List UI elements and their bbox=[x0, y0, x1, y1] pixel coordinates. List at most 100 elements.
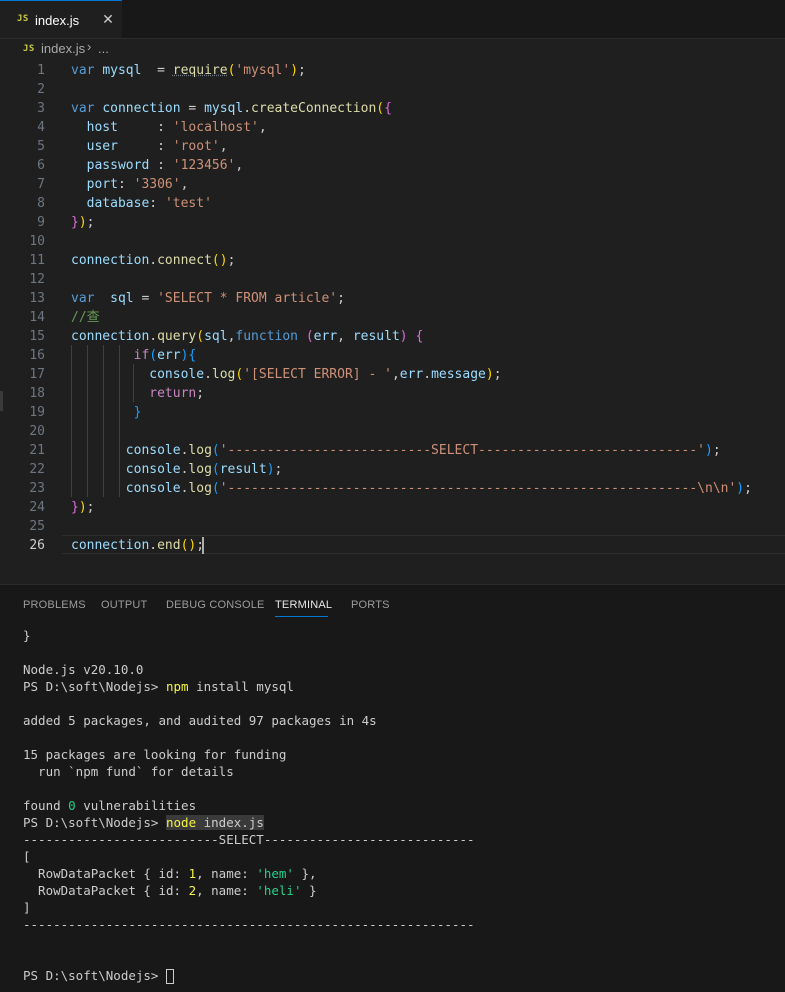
tab-ports[interactable]: PORTS bbox=[351, 599, 390, 611]
code-text: console.log('--------------------------S… bbox=[125, 443, 721, 458]
code-line[interactable]: 12 bbox=[0, 270, 785, 289]
javascript-file-icon: JS bbox=[17, 14, 29, 24]
line-number: 11 bbox=[29, 253, 45, 268]
code-text: console.log('[SELECT ERROR] - ',err.mess… bbox=[149, 367, 502, 382]
tab-index-js[interactable]: JS index.js ✕ bbox=[0, 0, 122, 38]
code-text: console.log(result); bbox=[125, 462, 283, 477]
active-tab-indicator bbox=[275, 616, 328, 617]
code-line[interactable]: 20 bbox=[0, 422, 785, 441]
line-number: 19 bbox=[29, 405, 45, 420]
code-line[interactable]: 16 if(err){ bbox=[0, 346, 785, 365]
code-line[interactable]: 14 //查 bbox=[0, 308, 785, 327]
javascript-file-icon: JS bbox=[23, 44, 35, 54]
scrollbar-handle[interactable] bbox=[0, 391, 3, 411]
code-text: if(err){ bbox=[133, 348, 197, 363]
line-number: 17 bbox=[29, 367, 45, 382]
line-number: 14 bbox=[29, 310, 45, 325]
code-text: password : '123456', bbox=[86, 158, 244, 173]
code-line[interactable]: 26 connection.end(); bbox=[0, 536, 785, 555]
line-number: 26 bbox=[29, 538, 45, 553]
terminal-line: PS D:\soft\Nodejs> bbox=[23, 967, 174, 984]
code-editor[interactable]: 1 var mysql = require('mysql'); 2 3 var conn… bbox=[0, 60, 785, 580]
terminal-line: [ bbox=[23, 849, 31, 864]
code-line[interactable]: 23 console.log('------------------------… bbox=[0, 479, 785, 498]
line-number: 18 bbox=[29, 386, 45, 401]
code-text: connection.end(); bbox=[71, 538, 205, 553]
breadcrumb: JS index.js › ... bbox=[0, 38, 785, 60]
code-line[interactable]: 7 port: '3306', bbox=[0, 175, 785, 194]
code-line[interactable]: 13 var sql = 'SELECT * FROM article'; bbox=[0, 289, 785, 308]
chevron-right-icon: › bbox=[87, 39, 92, 54]
line-number: 4 bbox=[37, 120, 45, 135]
code-text: user : 'root', bbox=[86, 139, 228, 154]
code-line[interactable]: 1 var mysql = require('mysql'); bbox=[0, 61, 785, 80]
line-number: 23 bbox=[29, 481, 45, 496]
terminal-line: --------------------------SELECT--------… bbox=[23, 832, 475, 847]
code-line[interactable]: 18 return; bbox=[0, 384, 785, 403]
line-number: 9 bbox=[37, 215, 45, 230]
code-line[interactable]: 4 host : 'localhost', bbox=[0, 118, 785, 137]
code-line[interactable]: 19 } bbox=[0, 403, 785, 422]
tab-label: index.js bbox=[35, 13, 80, 28]
line-number: 3 bbox=[37, 101, 45, 116]
code-text: var connection = mysql.createConnection(… bbox=[71, 101, 392, 116]
line-number: 1 bbox=[37, 63, 45, 78]
code-line[interactable]: 10 bbox=[0, 232, 785, 251]
code-line[interactable]: 8 database: 'test' bbox=[0, 194, 785, 213]
line-number: 7 bbox=[37, 177, 45, 192]
code-text: //查 bbox=[71, 310, 100, 325]
tab-output[interactable]: OUTPUT bbox=[101, 599, 147, 611]
terminal-line: RowDataPacket { id: 1, name: 'hem' }, bbox=[23, 866, 317, 881]
code-text: port: '3306', bbox=[86, 177, 189, 192]
code-line[interactable]: 9}); bbox=[0, 213, 785, 232]
code-line[interactable]: 6 password : '123456', bbox=[0, 156, 785, 175]
line-number: 2 bbox=[37, 82, 45, 97]
terminal-line: run `npm fund` for details bbox=[23, 764, 234, 779]
code-text: console.log('---------------------------… bbox=[125, 481, 752, 496]
tab-debug-console[interactable]: DEBUG CONSOLE bbox=[166, 599, 265, 611]
code-line[interactable]: 17 console.log('[SELECT ERROR] - ',err.m… bbox=[0, 365, 785, 384]
line-number: 20 bbox=[29, 424, 45, 439]
bottom-panel: PROBLEMS OUTPUT DEBUG CONSOLE TERMINAL P… bbox=[0, 584, 785, 992]
code-text: return; bbox=[149, 386, 205, 401]
terminal-line: 15 packages are looking for funding bbox=[23, 747, 287, 762]
code-line[interactable]: 25 bbox=[0, 517, 785, 536]
line-number: 6 bbox=[37, 158, 45, 173]
code-line[interactable]: 2 bbox=[0, 80, 785, 99]
terminal-line: added 5 packages, and audited 97 package… bbox=[23, 713, 377, 728]
terminal-line: PS D:\soft\Nodejs> npm install mysql bbox=[23, 679, 294, 694]
code-text: connection.query(sql,function (err, resu… bbox=[71, 329, 424, 344]
line-number: 21 bbox=[29, 443, 45, 458]
line-number: 15 bbox=[29, 329, 45, 344]
line-number: 16 bbox=[29, 348, 45, 363]
code-line[interactable]: 11 connection.connect(); bbox=[0, 251, 785, 270]
line-number: 24 bbox=[29, 500, 45, 515]
code-line[interactable]: 5 user : 'root', bbox=[0, 137, 785, 156]
editor-tab-bar: JS index.js ✕ bbox=[0, 0, 785, 39]
terminal-line: ] bbox=[23, 900, 31, 915]
code-text: var sql = 'SELECT * FROM article'; bbox=[71, 291, 345, 306]
terminal-line: Node.js v20.10.0 bbox=[23, 662, 144, 677]
breadcrumb-file[interactable]: index.js bbox=[41, 41, 85, 56]
code-line[interactable]: 15 connection.query(sql,function (err, re… bbox=[0, 327, 785, 346]
line-number: 12 bbox=[29, 272, 45, 287]
tab-terminal[interactable]: TERMINAL bbox=[275, 599, 332, 611]
code-text: database: 'test' bbox=[86, 196, 212, 211]
text-cursor bbox=[202, 537, 204, 554]
terminal-line: } bbox=[23, 628, 31, 643]
terminal-line: found 0 vulnerabilities bbox=[23, 798, 197, 813]
tab-problems[interactable]: PROBLEMS bbox=[23, 599, 86, 611]
code-line[interactable]: 21 console.log('------------------------… bbox=[0, 441, 785, 460]
breadcrumb-symbols[interactable]: ... bbox=[98, 41, 109, 56]
close-icon[interactable]: ✕ bbox=[99, 10, 117, 28]
code-text: host : 'localhost', bbox=[86, 120, 267, 135]
code-text: }); bbox=[71, 215, 95, 230]
code-text: } bbox=[133, 405, 142, 420]
line-number: 8 bbox=[37, 196, 45, 211]
code-line[interactable]: 22 console.log(result); bbox=[0, 460, 785, 479]
code-text: }); bbox=[71, 500, 95, 515]
code-line[interactable]: 3 var connection = mysql.createConnection… bbox=[0, 99, 785, 118]
code-line[interactable]: 24}); bbox=[0, 498, 785, 517]
code-text: var mysql = require('mysql'); bbox=[71, 63, 306, 78]
line-number: 22 bbox=[29, 462, 45, 477]
